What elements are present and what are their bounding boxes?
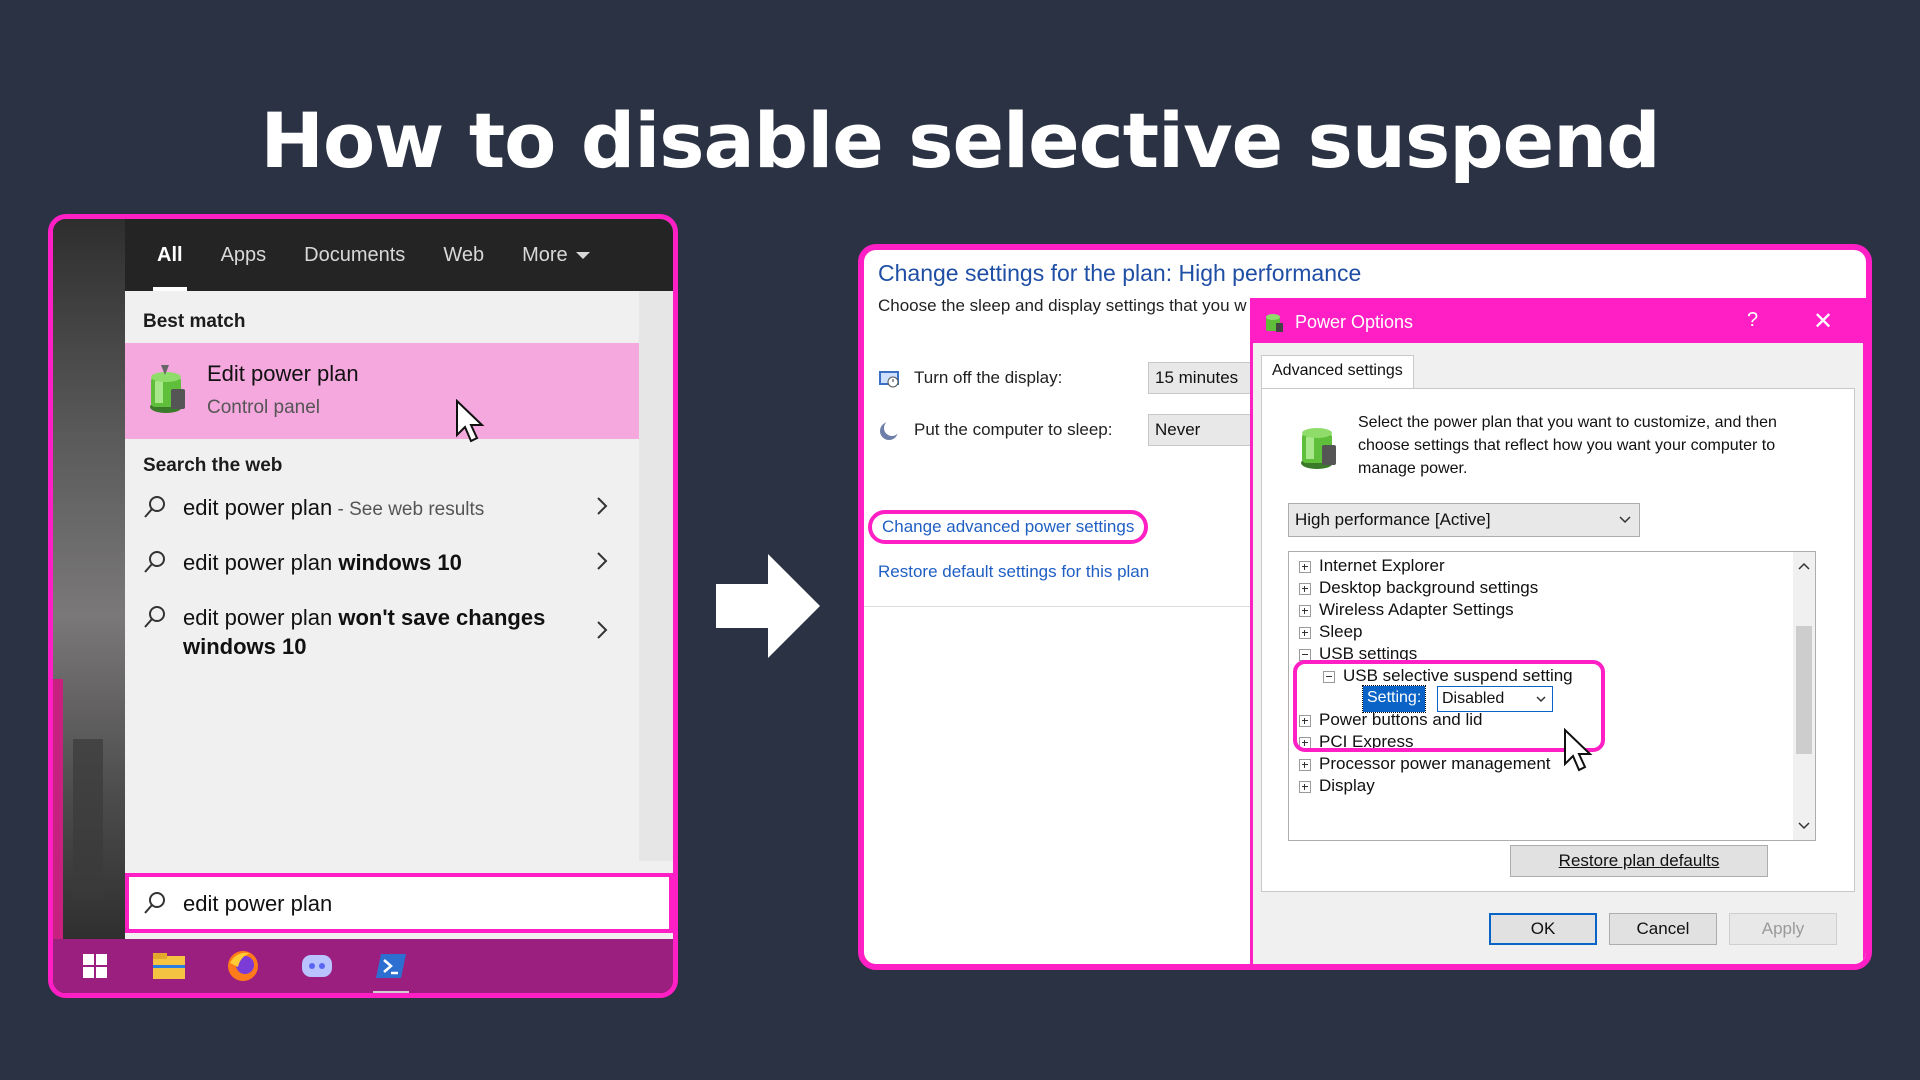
windows-start-icon[interactable] [73, 944, 117, 988]
best-match-item[interactable]: Edit power plan Control panel [125, 343, 639, 439]
caret-down-icon [575, 252, 590, 260]
search-icon [144, 892, 165, 914]
powershell-icon[interactable] [369, 944, 413, 993]
chevron-down-icon [1619, 516, 1631, 524]
power-options-icon [1266, 314, 1283, 332]
divider [864, 606, 1268, 607]
tab-all[interactable]: All [153, 219, 187, 291]
mouse-cursor-icon [1564, 728, 1593, 772]
web-result-2-text: edit power plan windows 10 [183, 550, 462, 575]
search-icon [144, 606, 165, 628]
apply-button[interactable]: Apply [1729, 913, 1837, 945]
moon-icon [880, 420, 900, 440]
expand-icon [1299, 605, 1311, 617]
tab-web[interactable]: Web [443, 219, 484, 291]
power-plan-icon [150, 365, 185, 413]
arrow-right-icon [716, 554, 820, 658]
sleep-timeout-label: Put the computer to sleep: [914, 420, 1113, 439]
web-result-3-text: edit power plan won't save changes windo… [183, 605, 546, 659]
expand-icon [1299, 627, 1311, 639]
file-explorer-icon[interactable] [147, 944, 191, 988]
best-match-name: Edit power plan [207, 361, 359, 386]
settings-tree: Internet Explorer Desktop background set… [1288, 551, 1816, 841]
search-query: edit power plan [183, 891, 333, 916]
power-options-dialog: Power Options ? ✕ Advanced settings Sele… [1250, 298, 1866, 964]
expand-icon [1299, 561, 1311, 573]
display-timeout-label: Turn off the display: [914, 368, 1063, 387]
ok-button[interactable]: OK [1489, 913, 1597, 945]
discord-icon[interactable] [295, 944, 339, 988]
tab-more-label: More [522, 244, 568, 266]
usb-settings-highlight [1293, 660, 1605, 752]
desktop-wallpaper [53, 219, 125, 939]
expand-icon [1299, 781, 1311, 793]
dialog-body: Select the power plan that you want to c… [1261, 388, 1855, 892]
chevron-right-icon [597, 621, 608, 639]
web-result-1[interactable]: edit power plan - See web results [125, 489, 639, 539]
chevron-right-icon [597, 497, 608, 515]
best-match-sub: Control panel [207, 397, 321, 418]
advanced-power-settings-link[interactable]: Change advanced power settings [868, 510, 1149, 544]
chevron-right-icon [597, 552, 608, 570]
search-input[interactable]: edit power plan [125, 873, 673, 933]
tab-advanced-settings[interactable]: Advanced settings [1261, 355, 1414, 389]
chevron-up-icon[interactable] [1798, 562, 1810, 570]
dialog-intro-text: Select the power plan that you want to c… [1358, 414, 1777, 477]
plan-settings-subtitle: Choose the sleep and display settings th… [878, 296, 1247, 315]
help-button[interactable]: ? [1747, 309, 1758, 332]
tab-apps[interactable]: Apps [221, 219, 267, 291]
power-settings-panel: Change settings for the plan: High perfo… [858, 244, 1872, 970]
start-menu-panel: All Apps Documents Web More Best match E… [48, 214, 678, 998]
search-icon [144, 496, 165, 518]
power-plan-value: High performance [Active] [1295, 510, 1491, 529]
power-plan-icon [1301, 428, 1336, 469]
firefox-icon[interactable] [221, 944, 265, 988]
cancel-button[interactable]: Cancel [1609, 913, 1717, 945]
expand-icon [1299, 759, 1311, 771]
web-result-2[interactable]: edit power plan windows 10 [125, 544, 639, 594]
restore-plan-defaults-button[interactable]: Restore plan defaults [1510, 845, 1768, 877]
restore-defaults-link[interactable]: Restore default settings for this plan [878, 562, 1149, 582]
plan-settings-title: Change settings for the plan: High perfo… [878, 260, 1362, 286]
display-icon [879, 371, 899, 388]
web-result-1-text: edit power plan - See web results [183, 495, 485, 520]
taskbar [53, 939, 673, 993]
close-button[interactable]: ✕ [1813, 307, 1833, 336]
expand-icon [1299, 583, 1311, 595]
power-plan-select[interactable]: High performance [Active] [1288, 503, 1640, 537]
dialog-title: Power Options [1295, 312, 1414, 332]
best-match-heading: Best match [143, 311, 246, 332]
web-result-3[interactable]: edit power plan won't save changes windo… [125, 599, 639, 663]
dialog-title-bar: Power Options ? ✕ [1253, 301, 1863, 343]
tree-scrollbar[interactable] [1793, 552, 1815, 840]
start-search-window: All Apps Documents Web More Best match E… [125, 219, 673, 939]
page-title: How to disable selective suspend [260, 96, 1660, 185]
search-tabs: All Apps Documents Web More [125, 219, 673, 291]
search-icon [144, 551, 165, 573]
mouse-cursor-icon [456, 399, 485, 443]
scrollbar-thumb[interactable] [1796, 626, 1812, 754]
results-scroll-area [639, 291, 673, 861]
search-web-heading: Search the web [143, 455, 283, 476]
tab-documents[interactable]: Documents [304, 219, 405, 291]
chevron-down-icon[interactable] [1798, 822, 1810, 830]
tab-more[interactable]: More [522, 219, 590, 291]
